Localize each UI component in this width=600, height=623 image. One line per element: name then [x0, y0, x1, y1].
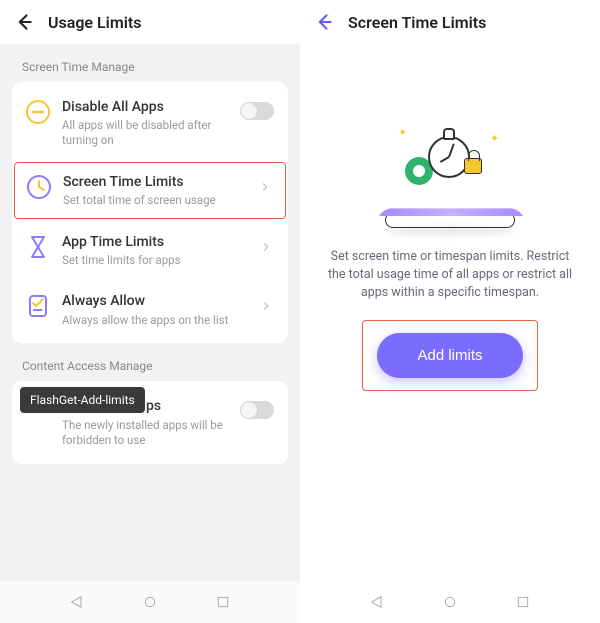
page-title: Usage Limits [48, 13, 141, 32]
android-navbar [0, 581, 300, 623]
row-app-time-limits[interactable]: App Time Limits Set time limits for apps [12, 221, 288, 280]
row-title: Disable All Apps [62, 98, 240, 116]
android-navbar [300, 581, 600, 623]
row-always-allow[interactable]: Always Allow Always allow the apps on th… [12, 280, 288, 339]
header: Usage Limits [0, 0, 300, 44]
checklist-icon [24, 292, 52, 320]
nav-recent-icon[interactable] [214, 593, 232, 611]
row-sub: Always allow the apps on the list [62, 313, 258, 328]
screen-time-limits-screen: Screen Time Limits ✦ ✦ Set screen time o… [300, 0, 600, 623]
row-sub: Set total time of screen usage [63, 193, 257, 208]
usage-limits-screen: Usage Limits Screen Time Manage Disable … [0, 0, 300, 623]
row-title: Screen Time Limits [63, 173, 257, 191]
row-sub: All apps will be disabled after turning … [62, 118, 240, 148]
row-disable-all-apps[interactable]: Disable All Apps All apps will be disabl… [12, 86, 288, 160]
illustration-stopwatch: ✦ ✦ [370, 128, 530, 228]
nav-home-icon[interactable] [141, 593, 159, 611]
section-label-screen-time: Screen Time Manage [0, 44, 300, 82]
nav-back-icon[interactable] [368, 593, 386, 611]
clock-icon [25, 173, 53, 201]
content-access-card: FlashGet-Add-limits ps The newly install… [12, 381, 288, 463]
row-title: Always Allow [62, 292, 258, 310]
tooltip-flashget: FlashGet-Add-limits [20, 387, 145, 413]
row-sub: The newly installed apps will be forbidd… [62, 418, 240, 448]
empty-state: ✦ ✦ Set screen time or timespan limits. … [300, 44, 600, 581]
nav-home-icon[interactable] [441, 593, 459, 611]
add-limits-button[interactable]: Add limits [377, 333, 522, 378]
toggle-disable-all[interactable] [240, 102, 274, 120]
empty-state-description: Set screen time or timespan limits. Rest… [300, 248, 600, 302]
nav-recent-icon[interactable] [514, 593, 532, 611]
toggle-forbid-new[interactable] [240, 401, 274, 419]
chevron-right-icon [258, 298, 274, 314]
back-icon[interactable] [14, 12, 34, 32]
disable-icon [24, 98, 52, 126]
screen-time-card: Disable All Apps All apps will be disabl… [12, 82, 288, 343]
chevron-right-icon [257, 179, 273, 195]
row-sub: Set time limits for apps [62, 253, 258, 268]
section-label-content-access: Content Access Manage [0, 343, 300, 381]
page-title: Screen Time Limits [348, 13, 486, 32]
row-screen-time-limits[interactable]: Screen Time Limits Set total time of scr… [14, 162, 286, 219]
row-title: App Time Limits [62, 233, 258, 251]
hourglass-icon [24, 233, 52, 261]
nav-back-icon[interactable] [68, 593, 86, 611]
chevron-right-icon [258, 239, 274, 255]
add-limits-highlight: Add limits [362, 320, 537, 391]
back-icon[interactable] [314, 12, 334, 32]
header: Screen Time Limits [300, 0, 600, 44]
